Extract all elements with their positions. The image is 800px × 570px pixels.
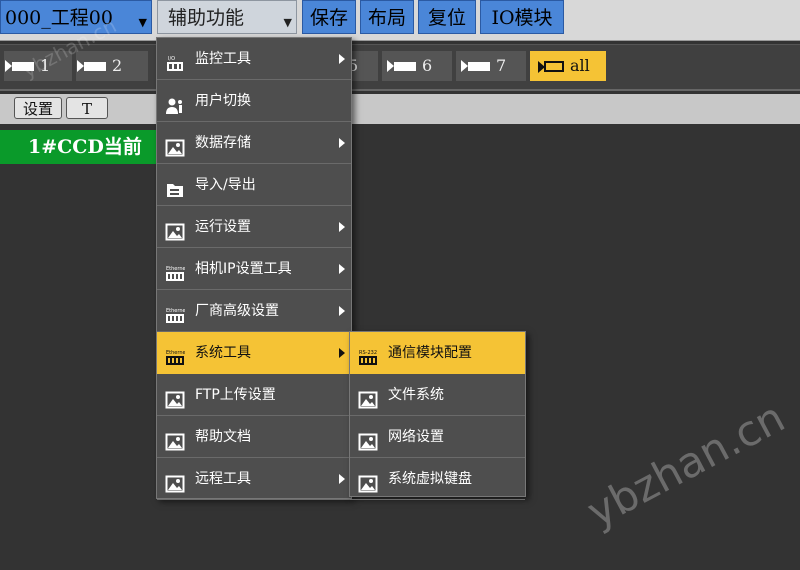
camera-tab-label: 7 — [496, 56, 507, 75]
camera-icon — [5, 60, 34, 72]
submenu-arrow-icon — [339, 222, 345, 232]
camera-tab-row: 1 2 5 6 7 all — [0, 44, 800, 91]
io-module-button[interactable]: IO模块 — [480, 0, 564, 34]
aux-functions-label: 辅助功能 — [168, 7, 245, 29]
submenu-arrow-icon — [339, 54, 345, 64]
camera-tab-1[interactable]: 1 — [4, 51, 72, 81]
io-board-icon: I/O — [165, 49, 185, 71]
ethernet-icon: Ethernet — [165, 259, 188, 281]
submenu-arrow-icon — [339, 138, 345, 148]
menu-item-label: 用户切换 — [195, 93, 251, 109]
submenu-arrow-icon — [339, 474, 345, 484]
submenu-item-label: 文件系统 — [388, 387, 444, 403]
aux-functions-menu: I/O 监控工具用户切换数据存储导入/导出运行设置 Ethernet 相机IP设置工具… — [156, 37, 352, 500]
system-tools-submenu: RS-232 通信模块配置 文件系统网络设置系统虚拟键盘 — [349, 331, 526, 500]
rs232-icon: RS-232 — [358, 343, 378, 365]
menu-item[interactable]: 导入/导出 — [157, 164, 351, 206]
menu-item[interactable]: 数据存储 — [157, 122, 351, 164]
camera-tab-all[interactable]: all — [530, 51, 606, 81]
menu-item-label: 导入/导出 — [195, 177, 256, 193]
submenu-arrow-icon — [339, 306, 345, 316]
camera-icon — [538, 61, 564, 73]
camera-tab-6[interactable]: 6 — [382, 51, 452, 81]
chevron-down-icon: ▼ — [283, 16, 292, 29]
ethernet-icon: Ethernet — [165, 301, 188, 323]
camera-tab-label: 6 — [422, 56, 433, 75]
chevron-down-icon: ▼ — [138, 16, 147, 29]
aux-functions-dropdown[interactable]: 辅助功能 ▼ — [157, 0, 297, 34]
menu-item[interactable]: FTP上传设置 — [157, 374, 351, 416]
user-switch-icon — [165, 91, 185, 114]
t-button[interactable]: T — [66, 97, 108, 119]
menu-item-label: 系统工具 — [195, 345, 251, 361]
project-label: 000_工程00 — [5, 7, 113, 29]
image-icon — [165, 133, 185, 157]
camera-icon — [461, 60, 490, 72]
import-export-icon — [165, 175, 185, 197]
svg-text:Ethernet: Ethernet — [166, 266, 185, 272]
image-icon — [358, 427, 378, 451]
svg-text:I/O: I/O — [168, 56, 175, 62]
svg-text:Ethernet: Ethernet — [166, 308, 185, 314]
menu-item-label: 监控工具 — [195, 51, 251, 67]
ethernet-icon: Ethernet — [165, 343, 188, 365]
image-icon — [165, 385, 185, 409]
menu-item-label: 相机IP设置工具 — [195, 261, 292, 277]
menu-item-label: 帮助文档 — [195, 429, 251, 445]
image-icon — [165, 427, 185, 451]
svg-text:Ethernet: Ethernet — [166, 350, 185, 356]
submenu-item[interactable]: RS-232 通信模块配置 — [350, 332, 525, 374]
watermark: ybzhan.cn — [579, 392, 793, 537]
camera-icon — [387, 60, 416, 72]
menu-item-label: FTP上传设置 — [195, 387, 276, 403]
menu-item-label: 远程工具 — [195, 471, 251, 487]
menu-item[interactable]: 用户切换 — [157, 80, 351, 122]
settings-row: 设置 T — [0, 94, 800, 124]
submenu-item-label: 系统虚拟键盘 — [388, 471, 472, 487]
image-icon — [165, 217, 185, 241]
menu-item-label: 数据存储 — [195, 135, 251, 151]
menu-item[interactable]: Ethernet 系统工具 — [157, 332, 351, 374]
camera-tab-label: 1 — [40, 56, 51, 75]
camera-tab-label: all — [570, 56, 590, 75]
submenu-item-label: 通信模块配置 — [388, 345, 472, 361]
camera-tab-2[interactable]: 2 — [76, 51, 148, 81]
submenu-arrow-icon — [339, 348, 345, 358]
setup-button[interactable]: 设置 — [14, 97, 62, 119]
top-toolbar: 000_工程00 ▼ 辅助功能 ▼ 保存 布局 复位 IO模块 — [0, 0, 800, 41]
project-dropdown[interactable]: 000_工程00 ▼ — [0, 0, 152, 34]
camera-tab-label: 2 — [112, 56, 123, 75]
menu-item[interactable]: 帮助文档 — [157, 416, 351, 458]
submenu-item[interactable]: 文件系统 — [350, 374, 525, 416]
camera-tab-7[interactable]: 7 — [456, 51, 526, 81]
save-button[interactable]: 保存 — [302, 0, 356, 34]
image-icon — [358, 385, 378, 409]
menu-item[interactable]: 运行设置 — [157, 206, 351, 248]
submenu-item-label: 网络设置 — [388, 429, 444, 445]
menu-item-label: 厂商高级设置 — [195, 303, 279, 319]
submenu-arrow-icon — [339, 264, 345, 274]
submenu-item[interactable]: 系统虚拟键盘 — [350, 458, 525, 500]
menu-item[interactable]: 远程工具 — [157, 458, 351, 500]
ccd-status-label: 1#CCD当前 — [0, 130, 160, 164]
menu-item[interactable]: Ethernet 相机IP设置工具 — [157, 248, 351, 290]
reset-button[interactable]: 复位 — [418, 0, 476, 34]
layout-button[interactable]: 布局 — [360, 0, 414, 34]
image-icon — [358, 469, 378, 493]
image-icon — [165, 469, 185, 493]
menu-item[interactable]: Ethernet 厂商高级设置 — [157, 290, 351, 332]
camera-icon — [77, 60, 106, 72]
svg-text:RS-232: RS-232 — [359, 350, 377, 356]
submenu-item[interactable]: 网络设置 — [350, 416, 525, 458]
menu-item-label: 运行设置 — [195, 219, 251, 235]
menu-item[interactable]: I/O 监控工具 — [157, 38, 351, 80]
